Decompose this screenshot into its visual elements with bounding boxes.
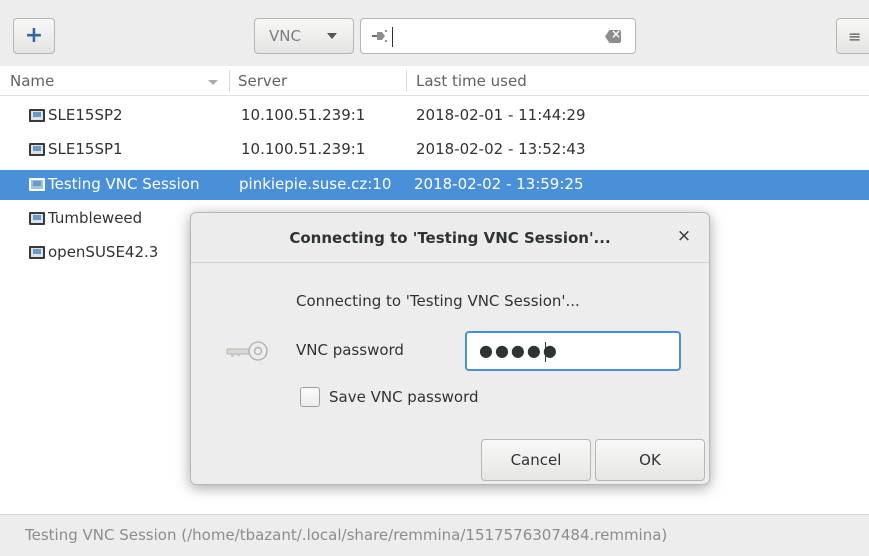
column-header-bar: Name Server Last time used bbox=[0, 66, 869, 96]
connection-last-used: 2018-02-02 - 13:59:25 bbox=[414, 175, 584, 193]
connection-server: 10.100.51.239:1 bbox=[241, 140, 366, 158]
monitor-icon bbox=[29, 109, 45, 122]
add-connection-button[interactable]: + bbox=[13, 18, 55, 54]
connection-name: Testing VNC Session bbox=[48, 175, 200, 193]
dialog-message: Connecting to 'Testing VNC Session'... bbox=[296, 292, 580, 310]
table-row-selected[interactable]: Testing VNC Session pinkiepie.suse.cz:10… bbox=[0, 170, 869, 200]
quick-connect-input[interactable] bbox=[360, 18, 636, 54]
save-password-label[interactable]: Save VNC password bbox=[329, 388, 479, 406]
hamburger-menu-icon: ≡ bbox=[848, 26, 862, 46]
connection-name: Tumbleweed bbox=[48, 209, 143, 227]
column-server-header[interactable]: Server bbox=[238, 72, 287, 90]
password-mask: ●●●●● bbox=[479, 341, 559, 360]
plus-icon: + bbox=[24, 23, 44, 48]
connection-name: openSUSE42.3 bbox=[48, 243, 159, 261]
table-row[interactable]: SLE15SP2 10.100.51.239:1 2018-02-01 - 11… bbox=[0, 101, 869, 131]
monitor-icon bbox=[29, 178, 45, 191]
column-name-header[interactable]: Name bbox=[10, 72, 54, 90]
table-row[interactable]: SLE15SP1 10.100.51.239:1 2018-02-02 - 13… bbox=[0, 135, 869, 165]
sort-down-icon bbox=[208, 80, 218, 85]
ok-button[interactable]: OK bbox=[595, 439, 705, 481]
column-divider[interactable] bbox=[229, 70, 230, 92]
column-last-used-header[interactable]: Last time used bbox=[416, 72, 527, 90]
connection-name: SLE15SP2 bbox=[48, 106, 123, 124]
cancel-button[interactable]: Cancel bbox=[481, 439, 591, 481]
connection-server: pinkiepie.suse.cz:10 bbox=[239, 175, 392, 193]
toolbar: + VNC ≡ bbox=[0, 0, 869, 66]
monitor-icon bbox=[29, 143, 45, 156]
password-label: VNC password bbox=[296, 341, 404, 359]
dialog-title: Connecting to 'Testing VNC Session'... bbox=[289, 229, 611, 247]
text-cursor bbox=[392, 27, 393, 47]
dialog-titlebar[interactable]: Connecting to 'Testing VNC Session'... × bbox=[191, 213, 709, 263]
connection-server: 10.100.51.239:1 bbox=[241, 106, 366, 124]
save-password-checkbox[interactable] bbox=[300, 387, 320, 407]
column-divider[interactable] bbox=[406, 70, 407, 92]
connection-last-used: 2018-02-01 - 11:44:29 bbox=[416, 106, 586, 124]
protocol-selector[interactable]: VNC bbox=[254, 18, 354, 54]
close-icon[interactable]: × bbox=[675, 227, 693, 245]
connection-last-used: 2018-02-02 - 13:52:43 bbox=[416, 140, 586, 158]
authentication-dialog: Connecting to 'Testing VNC Session'... ×… bbox=[190, 212, 710, 485]
key-icon bbox=[226, 341, 268, 361]
protocol-value: VNC bbox=[269, 27, 301, 45]
text-cursor bbox=[545, 342, 546, 362]
connect-plug-icon bbox=[372, 30, 387, 42]
status-text: Testing VNC Session (/home/tbazant/.loca… bbox=[25, 526, 668, 544]
main-menu-button[interactable]: ≡ bbox=[836, 18, 869, 54]
chevron-down-icon bbox=[327, 33, 337, 39]
password-input[interactable]: ●●●●● bbox=[465, 331, 681, 371]
monitor-icon bbox=[29, 246, 45, 259]
monitor-icon bbox=[29, 212, 45, 225]
status-bar: Testing VNC Session (/home/tbazant/.loca… bbox=[0, 514, 869, 556]
clear-text-icon[interactable] bbox=[605, 30, 621, 43]
connection-name: SLE15SP1 bbox=[48, 140, 123, 158]
